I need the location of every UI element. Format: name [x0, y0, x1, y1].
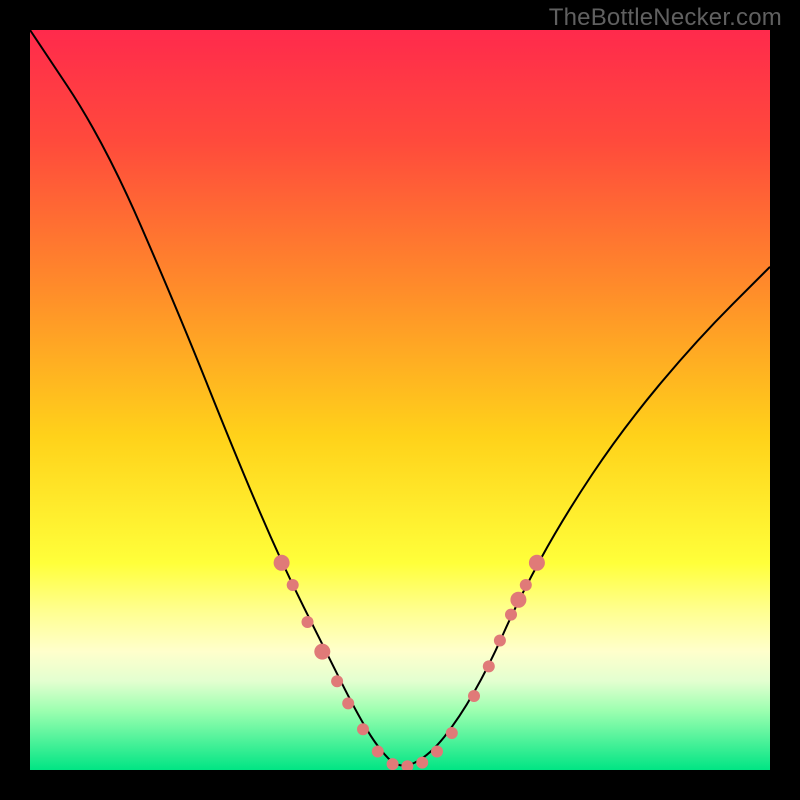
chart-background [30, 30, 770, 770]
curve-marker [431, 746, 443, 758]
curve-marker [357, 723, 369, 735]
curve-marker [302, 616, 314, 628]
curve-marker [510, 592, 526, 608]
curve-marker [314, 644, 330, 660]
curve-marker [274, 555, 290, 571]
curve-marker [483, 660, 495, 672]
curve-marker [529, 555, 545, 571]
bottleneck-chart [30, 30, 770, 770]
curve-marker [387, 758, 399, 770]
curve-marker [505, 609, 517, 621]
curve-marker [446, 727, 458, 739]
watermark-text: TheBottleNecker.com [549, 4, 782, 32]
curve-marker [342, 697, 354, 709]
chart-frame: TheBottleNecker.com [0, 0, 800, 800]
curve-marker [287, 579, 299, 591]
curve-marker [331, 675, 343, 687]
curve-marker [494, 635, 506, 647]
curve-marker [416, 757, 428, 769]
curve-marker [520, 579, 532, 591]
curve-marker [468, 690, 480, 702]
curve-marker [372, 746, 384, 758]
